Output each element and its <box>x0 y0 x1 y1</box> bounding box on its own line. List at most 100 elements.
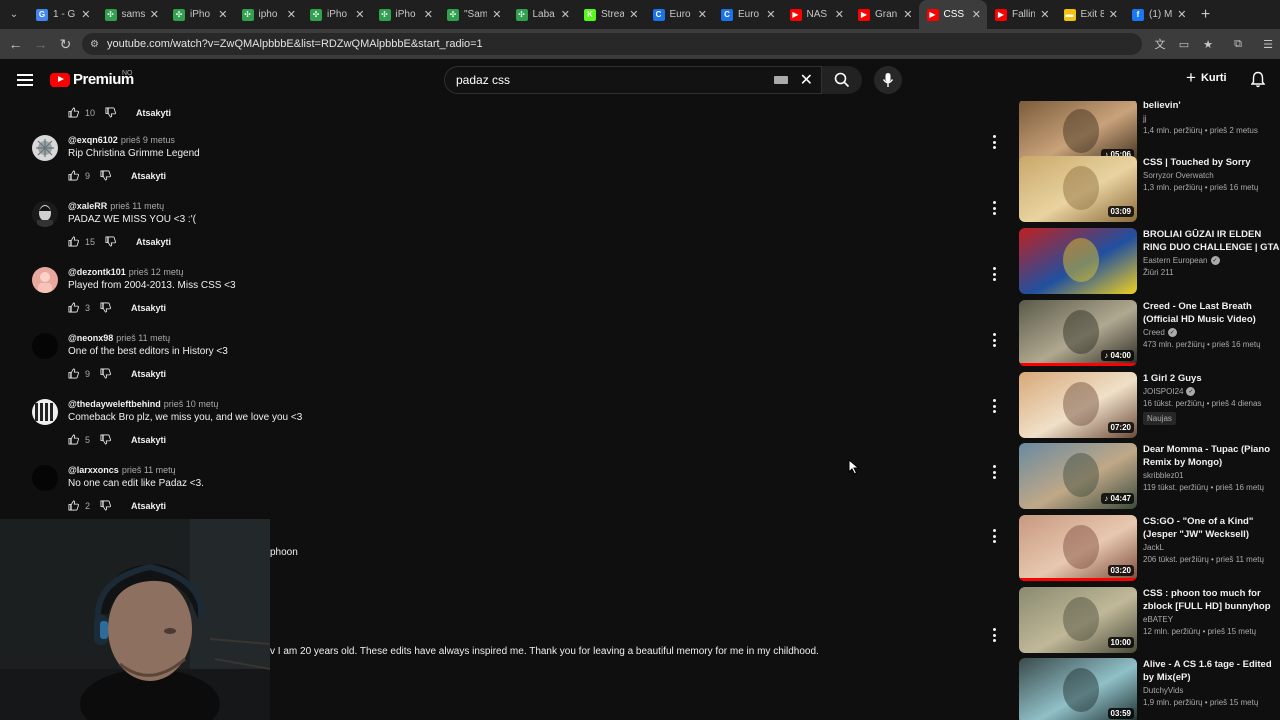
channel-name[interactable]: JackL <box>1143 543 1280 552</box>
browser-tab[interactable]: ✣ Laba ✕ <box>508 0 577 29</box>
like-button[interactable]: 9 <box>68 368 90 379</box>
comment-more-button[interactable] <box>990 465 998 479</box>
video-title[interactable]: CS:GO - "One of a Kind" (Jesper "JW" Wec… <box>1143 515 1280 541</box>
reload-button[interactable]: ↻ <box>53 29 78 59</box>
video-title[interactable]: Dear Momma - Tupac (Piano Remix by Mongo… <box>1143 443 1280 469</box>
recommended-video[interactable]: 03:59 Alive - A CS 1.6 tage - Edited by M… <box>1019 658 1280 720</box>
menu-icon[interactable] <box>17 74 33 86</box>
avatar[interactable] <box>32 135 58 161</box>
notifications-button[interactable] <box>1250 71 1266 93</box>
address-bar[interactable]: ⚙ youtube.com/watch?v=ZwQMAlpbbbE&list=R… <box>82 33 1142 55</box>
tab-close-icon[interactable]: ✕ <box>972 8 981 21</box>
video-title[interactable]: Alive - A CS 1.6 tage - Edited by Mix(eP… <box>1143 658 1280 684</box>
avatar[interactable] <box>32 201 58 227</box>
channel-name[interactable]: skribblez01 <box>1143 471 1280 480</box>
browser-tab[interactable]: ▶ Gran ✕ <box>850 0 919 29</box>
avatar[interactable] <box>32 267 58 293</box>
comment-time[interactable]: prieš 10 metų <box>164 399 219 409</box>
translate-icon[interactable]: 文 <box>1148 29 1172 59</box>
browser-tab[interactable]: f (1) M ✕ <box>1124 0 1193 29</box>
browser-tab[interactable]: C Euro ✕ <box>713 0 782 29</box>
dislike-button[interactable] <box>105 236 116 247</box>
dislike-button[interactable] <box>100 302 111 313</box>
browser-tab[interactable]: G 1 - G ✕ <box>28 0 97 29</box>
channel-name[interactable]: eBATEY <box>1143 615 1280 624</box>
tab-close-icon[interactable]: ✕ <box>1109 8 1118 21</box>
video-title[interactable]: BROLIAI GŪZAI IR ELDEN RING DUO CHALLENG… <box>1143 228 1280 254</box>
dislike-button[interactable] <box>100 368 111 379</box>
video-thumbnail[interactable]: 03:20 <box>1019 515 1137 581</box>
tab-close-icon[interactable]: ✕ <box>355 8 364 21</box>
keyboard-icon[interactable] <box>773 76 788 84</box>
video-thumbnail[interactable] <box>1019 228 1137 294</box>
search-box[interactable]: padaz css ✕ <box>444 66 822 94</box>
comment-more-button[interactable] <box>990 135 998 149</box>
dislike-button[interactable] <box>100 500 111 511</box>
video-thumbnail[interactable]: ♪ 04:00 <box>1019 300 1137 366</box>
like-button[interactable]: 3 <box>68 302 90 313</box>
search-input[interactable]: padaz css <box>456 73 774 87</box>
tab-close-icon[interactable]: ✕ <box>81 8 90 21</box>
recommended-video[interactable]: ♪ 04:47 Dear Momma - Tupac (Piano Remix b… <box>1019 443 1280 511</box>
video-title[interactable]: believin' <box>1143 101 1280 112</box>
video-title[interactable]: 1 Girl 2 Guys <box>1143 372 1280 385</box>
dislike-button[interactable] <box>100 170 111 181</box>
tab-close-icon[interactable]: ✕ <box>561 8 570 21</box>
dislike-button[interactable] <box>100 434 111 445</box>
tab-close-icon[interactable]: ✕ <box>629 8 638 21</box>
like-button[interactable]: 10 <box>68 107 95 118</box>
comment-more-button[interactable] <box>990 628 998 642</box>
tab-search-button[interactable]: ⌄ <box>0 0 28 29</box>
channel-name[interactable]: DutchyVids <box>1143 686 1280 695</box>
comment-more-button[interactable] <box>990 333 998 347</box>
comment-time[interactable]: prieš 11 metų <box>110 201 164 211</box>
tab-close-icon[interactable]: ✕ <box>1177 8 1186 21</box>
browser-tab[interactable]: ✣ iPho ✕ <box>302 0 371 29</box>
browser-tab[interactable]: ✣ sams ✕ <box>97 0 166 29</box>
recommended-video[interactable]: BROLIAI GŪZAI IR ELDEN RING DUO CHALLENG… <box>1019 228 1280 296</box>
recommended-video[interactable]: 03:09 CSS | Touched by Sorry Sorryzor Over… <box>1019 156 1280 224</box>
browser-tab[interactable]: ▶ CSS ✕ <box>918 0 987 29</box>
comment-more-button[interactable] <box>990 399 998 413</box>
reply-button[interactable]: Atsakyti <box>136 108 171 118</box>
reply-button[interactable]: Atsakyti <box>131 501 166 511</box>
avatar[interactable] <box>32 399 58 425</box>
tab-close-icon[interactable]: ✕ <box>698 8 707 21</box>
tab-close-icon[interactable]: ✕ <box>492 8 501 21</box>
tab-close-icon[interactable]: ✕ <box>835 8 844 21</box>
reply-button[interactable]: Atsakyti <box>131 435 166 445</box>
browser-tab[interactable]: ▶ NAS ✕ <box>782 0 851 29</box>
site-info-icon[interactable]: ⚙ <box>90 39 99 50</box>
forward-button[interactable]: → <box>28 29 53 59</box>
channel-name[interactable]: Creed ✓ <box>1143 328 1280 337</box>
browser-tab[interactable]: K Strea ✕ <box>576 0 645 29</box>
cast-icon[interactable]: ▭ <box>1172 29 1196 59</box>
video-thumbnail[interactable]: 03:09 <box>1019 156 1137 222</box>
video-thumbnail[interactable]: 07:20 <box>1019 372 1137 438</box>
browser-tab[interactable]: ▬ Exit 8 ✕ <box>1056 0 1125 29</box>
reply-button[interactable]: Atsakyti <box>136 237 171 247</box>
comment-author[interactable]: @dezontk101 <box>68 267 126 277</box>
like-button[interactable]: 5 <box>68 434 90 445</box>
recommended-video[interactable]: 10:00 CSS : phoon too much for zblock [FU… <box>1019 587 1280 655</box>
browser-tab[interactable]: ✣ iPho ✕ <box>165 0 234 29</box>
back-button[interactable]: ← <box>3 29 28 59</box>
browser-tab[interactable]: ✣ "Sam ✕ <box>439 0 508 29</box>
channel-name[interactable]: jj <box>1143 114 1280 123</box>
comment-time[interactable]: prieš 11 metų <box>116 333 170 343</box>
like-button[interactable]: 2 <box>68 500 90 511</box>
new-tab-button[interactable]: + <box>1195 6 1217 24</box>
video-title[interactable]: CSS | Touched by Sorry <box>1143 156 1280 169</box>
search-button[interactable] <box>822 66 862 94</box>
tab-close-icon[interactable]: ✕ <box>1040 8 1049 21</box>
channel-name[interactable]: JOISPOI24 ✓ <box>1143 387 1280 396</box>
comment-more-button[interactable] <box>990 201 998 215</box>
comment-time[interactable]: prieš 9 metus <box>121 135 175 145</box>
video-thumbnail[interactable]: 03:59 <box>1019 658 1137 720</box>
recommended-video[interactable]: 07:20 1 Girl 2 Guys JOISPOI24 ✓ 16 tūkst. pe… <box>1019 372 1280 440</box>
like-button[interactable]: 15 <box>68 236 95 247</box>
recommended-video[interactable]: 03:20 CS:GO - "One of a Kind" (Jesper "JW… <box>1019 515 1280 583</box>
browser-tab[interactable]: ✣ ipho ✕ <box>234 0 303 29</box>
channel-name[interactable]: Sorryzor Overwatch <box>1143 171 1280 180</box>
comment-author[interactable]: @thedayweleftbehind <box>68 399 161 409</box>
